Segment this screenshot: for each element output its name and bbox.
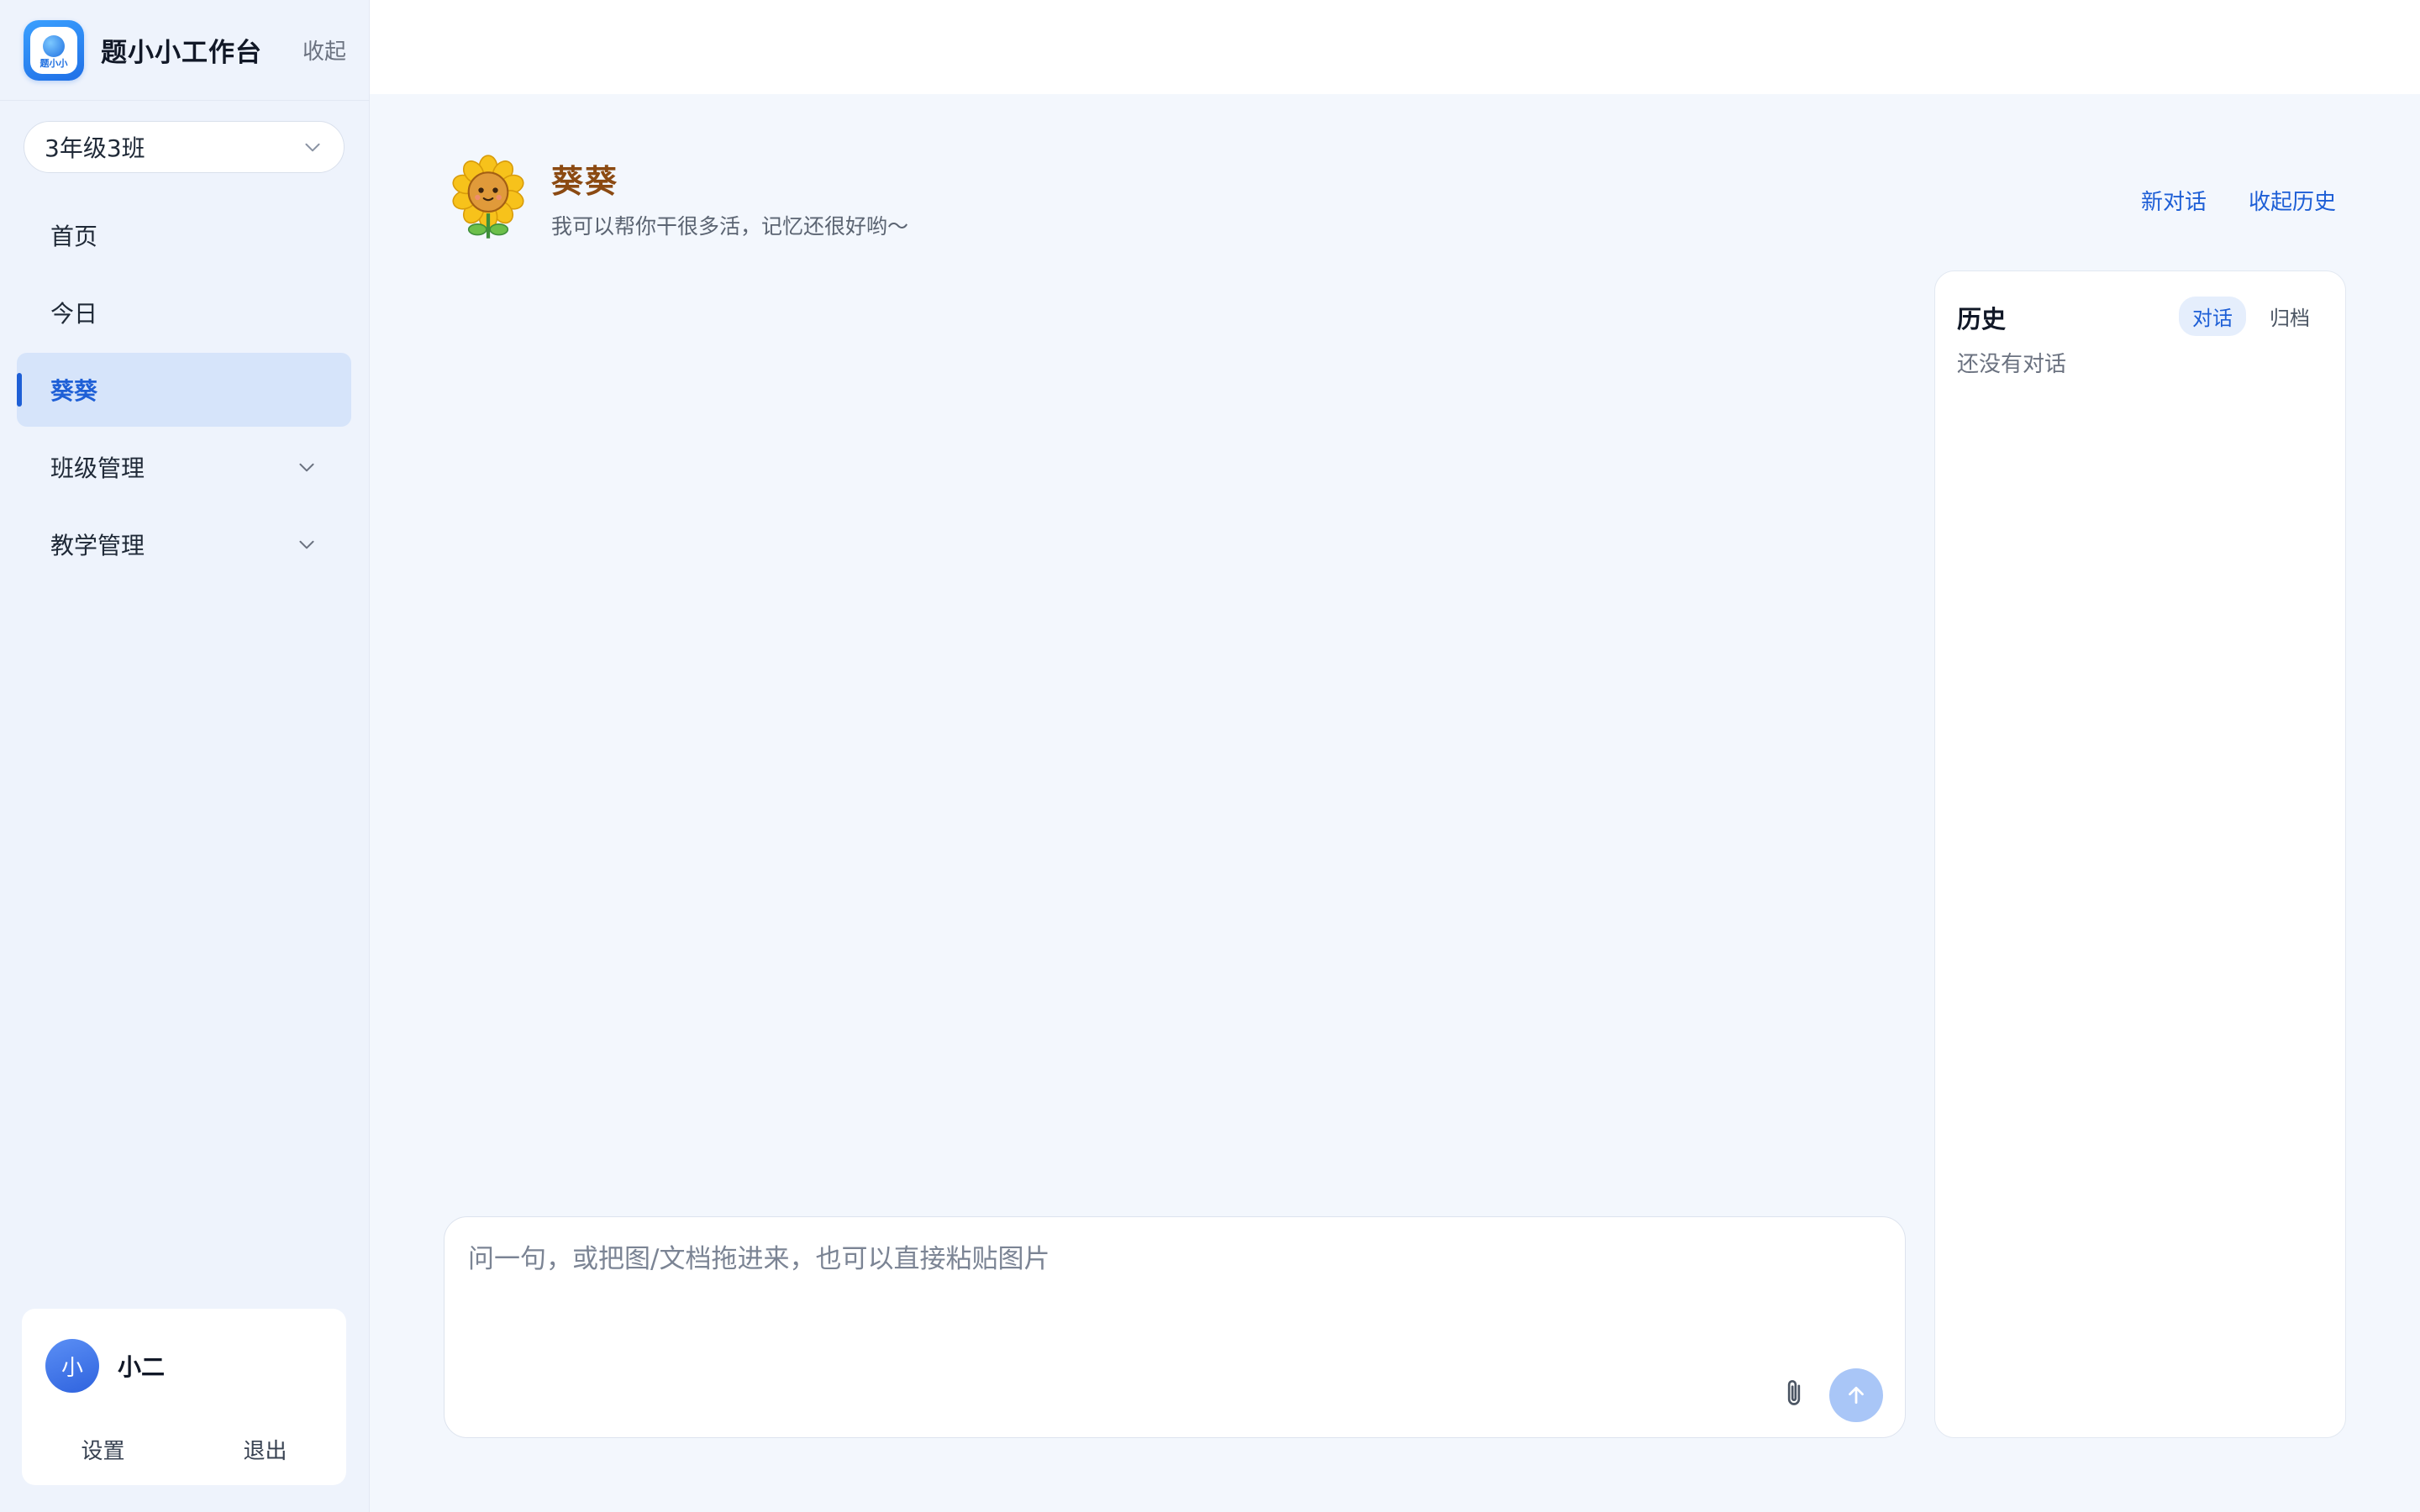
sidebar-item-label: 班级管理 [50, 454, 145, 482]
agent-description: 我可以帮你干很多活，记忆还很好哟～ [551, 213, 909, 239]
app: 题小小 题小小工作台 收起 3年级3班 首页 今日 葵葵 班级管理 教学管理 小… [0, 0, 2420, 1512]
sidebar-item-label: 首页 [50, 223, 98, 250]
brand-bar: 题小小 题小小工作台 收起 [0, 0, 370, 101]
collapse-history-button[interactable]: 收起历史 [2249, 185, 2336, 216]
history-tabs: 对话 归档 [2179, 297, 2323, 336]
chevron-down-icon [299, 463, 314, 472]
sidebar-item-label: 教学管理 [50, 532, 145, 559]
sidebar-item-label: 葵葵 [50, 377, 98, 405]
app-logo: 题小小 [24, 19, 84, 81]
sidebar-item-class-management[interactable]: 班级管理 [17, 430, 351, 504]
chevron-down-icon [305, 143, 320, 152]
sidebar-item-label: 今日 [50, 300, 98, 328]
collapse-sidebar-button[interactable]: 收起 [302, 34, 346, 66]
main-content: 葵葵 我可以帮你干很多活，记忆还很好哟～ 新对话 收起历史 历史 对话 归档 [370, 94, 2420, 1512]
arrow-up-icon [1849, 1386, 1864, 1404]
app-title: 题小小工作台 [101, 38, 262, 68]
user-name: 小二 [118, 1353, 166, 1381]
tab-conversations[interactable]: 对话 [2179, 297, 2246, 336]
sunflower-mascot-icon [452, 155, 524, 239]
history-title: 历史 [1957, 305, 2007, 333]
logout-button[interactable]: 退出 [184, 1434, 346, 1465]
agent-header: 葵葵 我可以帮你干很多活，记忆还很好哟～ [444, 153, 908, 242]
tab-archive[interactable]: 归档 [2256, 297, 2323, 336]
sidebar: 题小小 题小小工作台 收起 3年级3班 首页 今日 葵葵 班级管理 教学管理 小… [0, 0, 370, 1512]
paperclip-icon[interactable] [1777, 1375, 1811, 1412]
header-actions: 新对话 收起历史 [2141, 185, 2336, 216]
class-select[interactable]: 3年级3班 [24, 121, 345, 173]
sidebar-item-teaching-management[interactable]: 教学管理 [17, 507, 351, 581]
new-chat-button[interactable]: 新对话 [2141, 185, 2207, 216]
top-bar [370, 0, 2420, 94]
settings-button[interactable]: 设置 [22, 1434, 184, 1465]
agent-name: 葵葵 [551, 162, 619, 200]
history-empty-text: 还没有对话 [1957, 352, 2067, 377]
sidebar-item-home[interactable]: 首页 [17, 198, 351, 272]
avatar[interactable]: 小 [45, 1339, 99, 1393]
class-select-value: 3年级3班 [45, 134, 145, 162]
chat-composer [444, 1216, 1906, 1438]
logo-text: 题小小 [39, 57, 68, 69]
user-card: 小 小二 设置 退出 [22, 1309, 346, 1485]
chat-input[interactable] [468, 1237, 1881, 1363]
logo-ball-icon [43, 34, 65, 57]
history-panel: 历史 对话 归档 还没有对话 [1934, 270, 2346, 1438]
sidebar-item-today[interactable]: 今日 [17, 276, 351, 349]
sidebar-nav: 首页 今日 葵葵 班级管理 教学管理 [17, 198, 351, 585]
chevron-down-icon [299, 540, 314, 549]
send-button[interactable] [1829, 1368, 1883, 1422]
sidebar-item-kuikui[interactable]: 葵葵 [17, 353, 351, 427]
